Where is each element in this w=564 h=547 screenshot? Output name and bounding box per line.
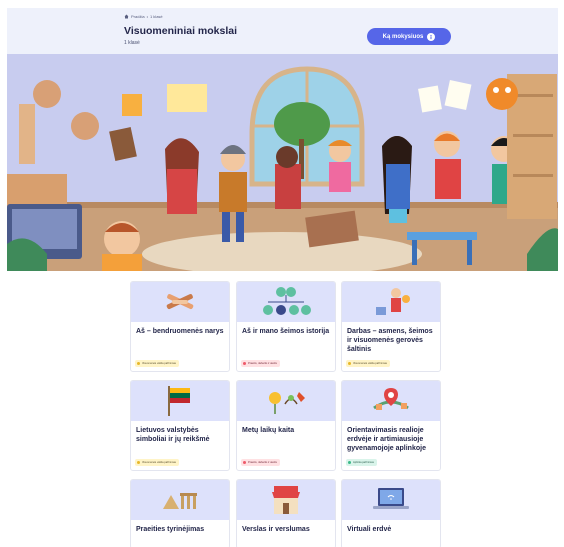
card-image bbox=[237, 480, 335, 520]
map-pin-icon bbox=[373, 388, 409, 410]
topic-card[interactable]: Darbas – asmens, šeimos ir visuomenės ge… bbox=[341, 281, 441, 372]
category-tag: Visuomenės veikla pažinimas bbox=[346, 360, 390, 367]
page-title: Visuomeniniai mokslai bbox=[124, 25, 238, 37]
home-icon[interactable] bbox=[124, 14, 129, 19]
card-title: Praeities tyrinėjimas bbox=[136, 526, 205, 533]
card-title: Aš ir mano šeimos istorija bbox=[242, 328, 330, 335]
card-image bbox=[237, 282, 335, 322]
page-subtitle: 1 klasė bbox=[124, 40, 140, 46]
card-title: Metų laikų kaita bbox=[242, 427, 295, 434]
breadcrumb-home[interactable]: Pradžia bbox=[131, 14, 145, 19]
worker-icon bbox=[376, 288, 410, 315]
card-title: Orientavimasis realioje erdvėje ir artim… bbox=[347, 427, 426, 452]
card-image bbox=[237, 381, 335, 421]
category-tag: Praeitis, dabartis ir ateitis bbox=[241, 360, 280, 367]
category-tag: Praeitis, dabartis ir ateitis bbox=[241, 459, 280, 466]
category-tag: Visuomenės veikla pažinimas bbox=[135, 360, 179, 367]
tag-label: Praeitis, dabartis ir ateitis bbox=[248, 461, 277, 464]
topic-card[interactable]: Orientavimasis realioje erdvėje ir artim… bbox=[341, 380, 441, 471]
info-icon bbox=[427, 32, 436, 41]
card-image bbox=[342, 480, 440, 520]
breadcrumb-current: 1 klasė bbox=[149, 14, 163, 19]
topic-card[interactable]: Metų laikų kaita Praeitis, dabartis ir a… bbox=[236, 380, 336, 471]
topic-card[interactable]: Aš – bendruomenės narys Visuomenės veikl… bbox=[130, 281, 230, 372]
flag-icon bbox=[168, 386, 190, 416]
card-image bbox=[131, 381, 229, 421]
breadcrumb-separator: • bbox=[146, 14, 148, 19]
tag-label: Visuomenės veikla pažinimas bbox=[142, 461, 176, 464]
card-title: Darbas – asmens, šeimos ir visuomenės ge… bbox=[347, 328, 433, 353]
family-tree-icon bbox=[263, 287, 311, 315]
tag-label: Visuomenės veikla pažinimas bbox=[142, 362, 176, 365]
category-tag: Visuomenės veikla pažinimas bbox=[135, 459, 179, 466]
topic-card[interactable]: Aš ir mano šeimos istorija Praeitis, dab… bbox=[236, 281, 336, 372]
topic-card[interactable]: Praeities tyrinėjimas bbox=[130, 479, 230, 547]
shop-icon bbox=[272, 486, 300, 514]
tag-label: Aplinka pažinimas bbox=[353, 461, 374, 464]
classroom-illustration bbox=[7, 54, 558, 271]
tag-label: Praeitis, dabartis ir ateitis bbox=[248, 362, 277, 365]
ruins-icon bbox=[163, 493, 197, 509]
hands-circle-icon bbox=[166, 294, 194, 310]
topic-card[interactable]: Virtuali erdvė bbox=[341, 479, 441, 547]
topic-card[interactable]: Lietuvos valstybės simboliai ir jų reikš… bbox=[130, 380, 230, 471]
card-image bbox=[131, 282, 229, 322]
laptop-icon bbox=[373, 488, 409, 509]
card-image bbox=[342, 381, 440, 421]
tag-label: Visuomenės veikla pažinimas bbox=[353, 362, 387, 365]
seasons-icon bbox=[269, 392, 305, 414]
page-header: Pradžia • 1 klasė Visuomeniniai mokslai … bbox=[7, 8, 558, 54]
card-title: Lietuvos valstybės simboliai ir jų reikš… bbox=[136, 427, 210, 443]
breadcrumb: Pradžia • 1 klasė bbox=[124, 14, 163, 19]
hero-illustration bbox=[7, 54, 558, 271]
card-title: Verslas ir verslumas bbox=[242, 526, 310, 533]
topic-card[interactable]: Verslas ir verslumas bbox=[236, 479, 336, 547]
card-image bbox=[131, 480, 229, 520]
category-tag: Aplinka pažinimas bbox=[346, 459, 377, 466]
what-will-we-learn-button[interactable]: Ką mokysiuos bbox=[367, 28, 451, 45]
card-title: Virtuali erdvė bbox=[347, 526, 392, 533]
card-title: Aš – bendruomenės narys bbox=[136, 328, 224, 335]
card-image bbox=[342, 282, 440, 322]
learn-button-label: Ką mokysiuos bbox=[382, 33, 424, 40]
